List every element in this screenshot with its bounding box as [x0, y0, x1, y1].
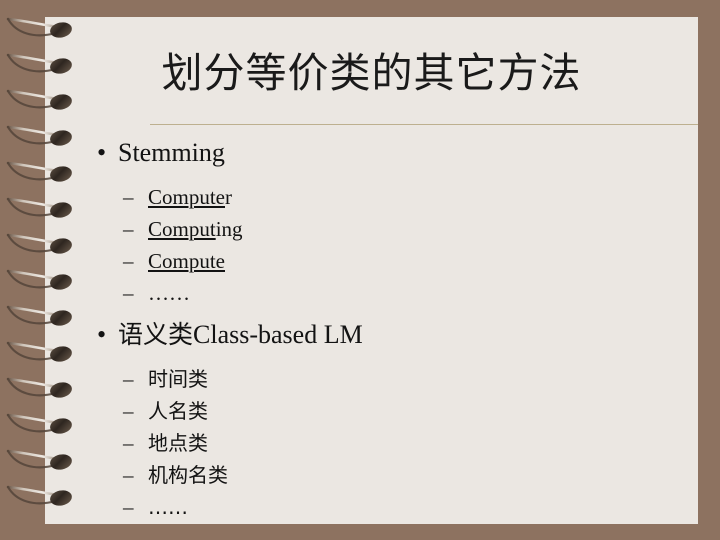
dash-marker: – [123, 185, 134, 209]
list-item-level2: – 机构名类 [45, 459, 698, 491]
list-item-level2: – Computing [45, 213, 698, 245]
dash-marker: – [123, 367, 134, 391]
ellipsis-text: …… [148, 281, 190, 305]
dash-marker: – [123, 217, 134, 241]
list-item-label: Stemming [118, 138, 225, 167]
list-item-level2: – …… [45, 491, 698, 523]
list-item-label-latin: Class-based LM [193, 320, 363, 349]
list-item-level1: • 语义类Class-based LM [45, 318, 698, 352]
dash-marker: – [123, 463, 134, 487]
list-item-text: 时间类 [148, 367, 208, 391]
suffix-text: r [225, 185, 232, 209]
bullet-marker: • [97, 320, 107, 349]
list-item-text: 人名类 [148, 399, 208, 423]
stem-text: Compute [148, 249, 225, 273]
list-item-level2: – 人名类 [45, 395, 698, 427]
dash-marker: – [123, 431, 134, 455]
list-item-text: 机构名类 [148, 463, 228, 487]
bullet-marker: • [97, 138, 107, 167]
dash-marker: – [123, 249, 134, 273]
suffix-text: ing [215, 217, 243, 241]
list-item-level2: – Compute [45, 245, 698, 277]
list-item-level2: – 地点类 [45, 427, 698, 459]
ellipsis-text: …… [148, 495, 188, 519]
slide-canvas: 划分等价类的其它方法 • Stemming – Computer – Compu… [0, 0, 720, 540]
list-item-level2: – 时间类 [45, 363, 698, 395]
list-item-label-cjk: 语义类 [118, 320, 194, 349]
list-item-level2: – Computer [45, 181, 698, 213]
dash-marker: – [123, 281, 134, 305]
dash-marker: – [123, 399, 134, 423]
title-divider [150, 124, 698, 125]
dash-marker: – [123, 495, 134, 519]
stem-text: Compute [148, 185, 225, 209]
page-title: 划分等价类的其它方法 [161, 49, 582, 97]
list-item-level1: • Stemming [45, 136, 698, 170]
list-item-level2: – …… [45, 277, 698, 309]
list-item-text: 地点类 [148, 431, 208, 455]
slide-body: • Stemming – Computer – Computing – Comp… [45, 136, 698, 523]
stem-text: Comput [148, 217, 216, 241]
slide-title-block: 划分等价类的其它方法 [45, 48, 698, 98]
